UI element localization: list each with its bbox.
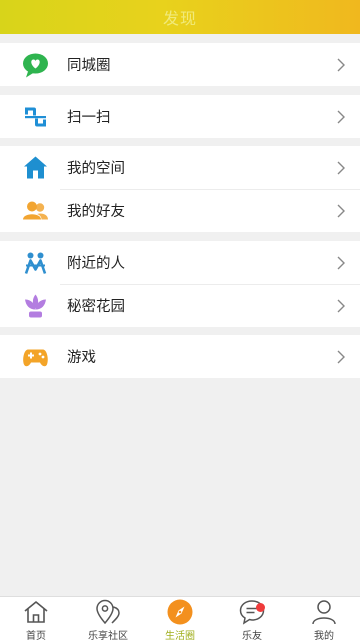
menu-item-my-space[interactable]: 我的空间 [0,146,360,189]
chat-bubble-heart-icon [22,51,49,78]
location-pin-icon [95,599,121,625]
chevron-right-icon [337,256,345,269]
notification-badge [256,603,265,612]
chevron-right-icon [337,110,345,123]
menu-item-label: 附近的人 [67,256,125,272]
gamepad-icon [22,343,49,370]
menu-item-nearby-people[interactable]: 附近的人 [0,241,360,284]
home-icon [22,154,49,181]
tab-label: 乐友 [242,631,262,640]
chevron-right-icon [337,58,345,71]
menu-item-my-friends[interactable]: 我的好友 [0,189,360,232]
user-icon [311,599,337,625]
chevron-right-icon [337,350,345,363]
chevron-right-icon [337,299,345,312]
message-icon [239,599,265,625]
chevron-right-icon [337,204,345,217]
menu-item-label: 游戏 [67,350,96,366]
menu-item-secret-garden[interactable]: 秘密花园 [0,284,360,327]
menu-group-5: 游戏 [0,335,360,378]
tab-home[interactable]: 首页 [0,597,72,640]
tab-friends[interactable]: 乐友 [216,597,288,640]
menu-group-3: 我的空间 我的好友 [0,146,360,232]
top-bar: 发现 [0,0,360,34]
friends-icon [22,197,49,224]
tab-label: 首页 [26,631,46,640]
menu-group-2: 扫一扫 [0,95,360,138]
nearby-people-icon [22,249,49,276]
menu-item-label: 我的空间 [67,161,125,177]
menu-item-city-circle[interactable]: 同城圈 [0,43,360,86]
menu-item-label: 扫一扫 [67,110,111,126]
menu-item-scan[interactable]: 扫一扫 [0,95,360,138]
bottom-tab-bar: 首页 乐享社区 生活圈 乐友 我的 [0,596,360,640]
menu-group-4: 附近的人 秘密花园 [0,241,360,327]
tab-community[interactable]: 乐享社区 [72,597,144,640]
home-outline-icon [23,599,49,625]
scan-icon [22,103,49,130]
tab-mine[interactable]: 我的 [288,597,360,640]
chevron-right-icon [337,161,345,174]
flower-icon [22,292,49,319]
compass-icon [167,599,193,625]
tab-label: 我的 [314,631,334,640]
menu-item-label: 我的好友 [67,204,125,220]
menu-item-games[interactable]: 游戏 [0,335,360,378]
menu-group-1: 同城圈 [0,43,360,86]
page-title: 发现 [162,9,197,28]
tab-label: 生活圈 [165,631,195,640]
tab-life-circle[interactable]: 生活圈 [144,597,216,640]
menu-item-label: 同城圈 [67,58,111,74]
tab-label: 乐享社区 [88,631,128,640]
menu-item-label: 秘密花园 [67,299,125,315]
